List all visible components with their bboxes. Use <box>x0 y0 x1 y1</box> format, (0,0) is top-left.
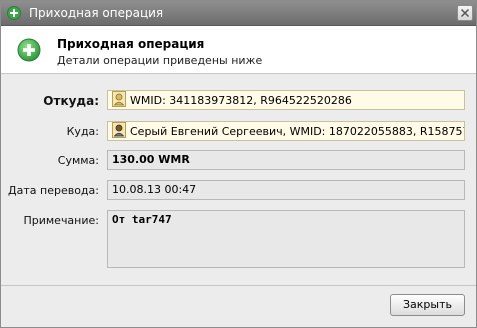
header-subtitle: Детали операции приведены ниже <box>57 54 263 67</box>
from-value: WMID: 341183973812, R964522520286 <box>130 94 352 107</box>
dialog-footer: Закрыть <box>1 285 476 327</box>
note-value: От tar747 <box>112 213 172 226</box>
date-value: 10.08.13 00:47 <box>112 183 197 196</box>
to-value: Серый Евгений Сергеевич, WMID: 187022055… <box>130 125 465 138</box>
from-field[interactable]: WMID: 341183973812, R964522520286 <box>107 90 465 110</box>
date-field: 10.08.13 00:47 <box>107 180 465 200</box>
header-title: Приходная операция <box>57 37 205 51</box>
details-panel: Откуда: WMID: 341183973812, R96452252028… <box>1 75 476 285</box>
date-label: Дата перевода: <box>8 184 99 197</box>
amount-field: 130.00 WMR <box>107 150 465 170</box>
to-field[interactable]: Серый Евгений Сергеевич, WMID: 187022055… <box>107 121 465 141</box>
close-button[interactable]: Закрыть <box>390 294 465 316</box>
plus-circle-icon <box>17 38 41 62</box>
amount-value: 130.00 WMR <box>112 153 190 166</box>
transaction-dialog: Приходная операция Приходная операция Де… <box>0 0 477 328</box>
amount-label: Сумма: <box>57 154 99 167</box>
from-label: Откуда: <box>43 94 99 108</box>
to-label: Куда: <box>66 125 99 138</box>
note-label: Примечание: <box>23 214 99 227</box>
title-bar[interactable]: Приходная операция <box>1 1 476 26</box>
note-field[interactable]: От tar747 <box>107 210 465 268</box>
user-avatar-icon <box>112 122 126 138</box>
dialog-header: Приходная операция Детали операции приве… <box>1 26 476 74</box>
close-window-button[interactable] <box>457 5 473 21</box>
close-icon <box>460 8 470 18</box>
plus-circle-icon <box>7 6 21 20</box>
user-avatar-icon <box>112 91 126 107</box>
window-title: Приходная операция <box>29 6 164 20</box>
